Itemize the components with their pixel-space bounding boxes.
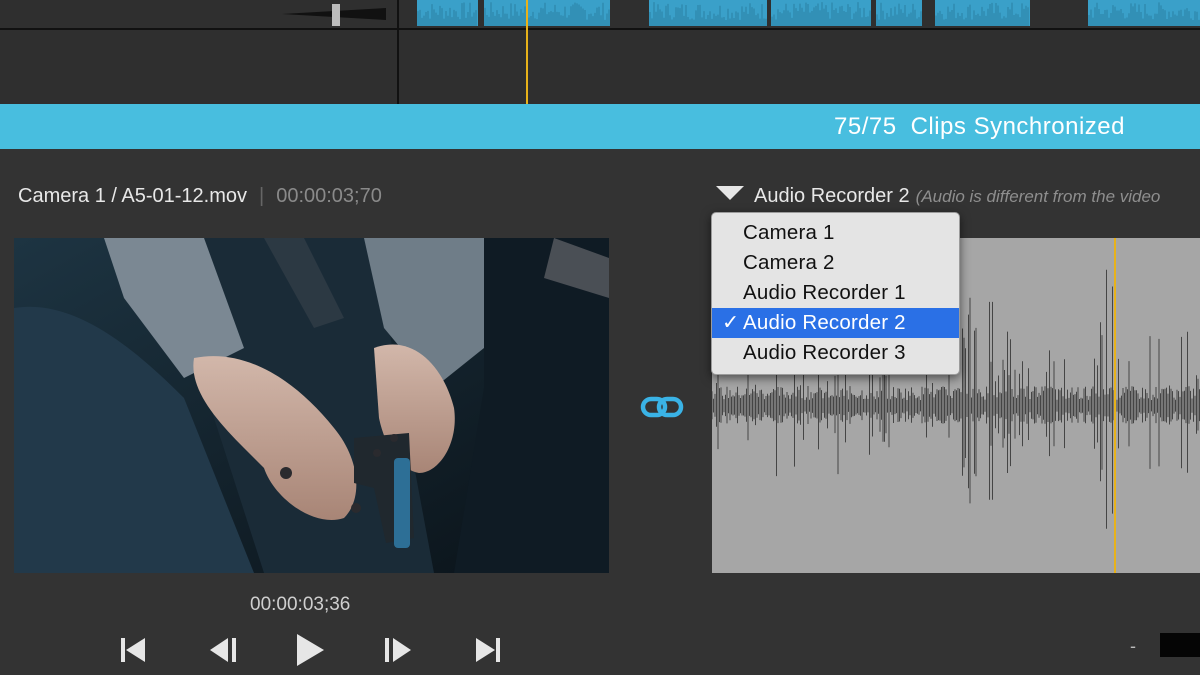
timeline-playhead[interactable] — [526, 0, 528, 104]
zoom-slider[interactable] — [1160, 633, 1200, 657]
timeline-clip[interactable] — [1088, 0, 1200, 26]
skip-to-end-icon — [476, 638, 500, 662]
waveform-playhead[interactable] — [1114, 238, 1116, 573]
volume-wedge-icon[interactable] — [282, 4, 388, 26]
menu-item-audio-recorder-2[interactable]: ✓ Audio Recorder 2 — [712, 308, 959, 338]
source-dropdown-menu[interactable]: Camera 1 Camera 2 Audio Recorder 1 ✓ Audi… — [711, 212, 960, 375]
audio-source-note: (Audio is different from the video — [915, 187, 1161, 206]
skip-to-end-button[interactable] — [468, 632, 508, 668]
step-back-icon — [210, 638, 236, 662]
check-icon: ✓ — [722, 311, 740, 334]
timeline-clip[interactable] — [935, 0, 1030, 26]
step-forward-button[interactable] — [378, 632, 418, 668]
timeline-clip[interactable] — [484, 0, 610, 26]
step-back-button[interactable] — [203, 632, 243, 668]
header-separator: | — [259, 185, 265, 207]
sync-status-text: 75/75 Clips Synchronized — [834, 104, 1125, 149]
timeline-marker[interactable] — [397, 0, 399, 104]
menu-item-camera-1[interactable]: Camera 1 — [712, 218, 959, 248]
source-timecode: 00:00:03;70 — [276, 185, 382, 207]
audio-source-selected[interactable]: Audio Recorder 2 — [754, 185, 910, 207]
video-preview[interactable] — [14, 238, 609, 573]
skip-to-start-button[interactable] — [113, 632, 153, 668]
timeline-clip[interactable] — [649, 0, 767, 26]
menu-item-audio-recorder-1[interactable]: Audio Recorder 1 — [712, 278, 959, 308]
playback-timecode: 00:00:03;36 — [250, 594, 351, 615]
video-source-name: Camera 1 / A5-01-12.mov — [18, 185, 247, 207]
timeline-clip[interactable] — [771, 0, 871, 26]
skip-to-start-icon — [121, 638, 145, 662]
play-button[interactable] — [290, 632, 330, 668]
video-frame-image — [14, 238, 609, 573]
video-source-header: Camera 1 / A5-01-12.mov | 00:00:03;70 — [18, 185, 382, 208]
sync-status-label: Clips Synchronized — [910, 113, 1125, 140]
menu-item-label: Audio Recorder 1 — [743, 281, 906, 304]
play-icon — [297, 634, 324, 666]
timeline[interactable] — [0, 0, 1200, 104]
zoom-out-button[interactable]: - — [1130, 636, 1136, 657]
audio-source-header[interactable]: Audio Recorder 2 (Audio is different from… — [716, 185, 1160, 208]
sync-count: 75/75 — [834, 113, 897, 140]
menu-item-camera-2[interactable]: Camera 2 — [712, 248, 959, 278]
track-divider — [0, 28, 1200, 30]
step-forward-icon — [385, 638, 411, 662]
sync-status-banner: 75/75 Clips Synchronized — [0, 104, 1200, 149]
menu-item-label: Audio Recorder 2 — [743, 311, 906, 334]
link-icon[interactable] — [640, 393, 684, 421]
menu-item-label: Audio Recorder 3 — [743, 341, 906, 364]
dropdown-triangle-icon[interactable] — [716, 186, 744, 200]
timeline-clip[interactable] — [876, 0, 922, 26]
menu-item-label: Camera 1 — [743, 221, 835, 244]
menu-item-label: Camera 2 — [743, 251, 835, 274]
menu-item-audio-recorder-3[interactable]: Audio Recorder 3 — [712, 338, 959, 368]
timeline-clip[interactable] — [417, 0, 478, 26]
